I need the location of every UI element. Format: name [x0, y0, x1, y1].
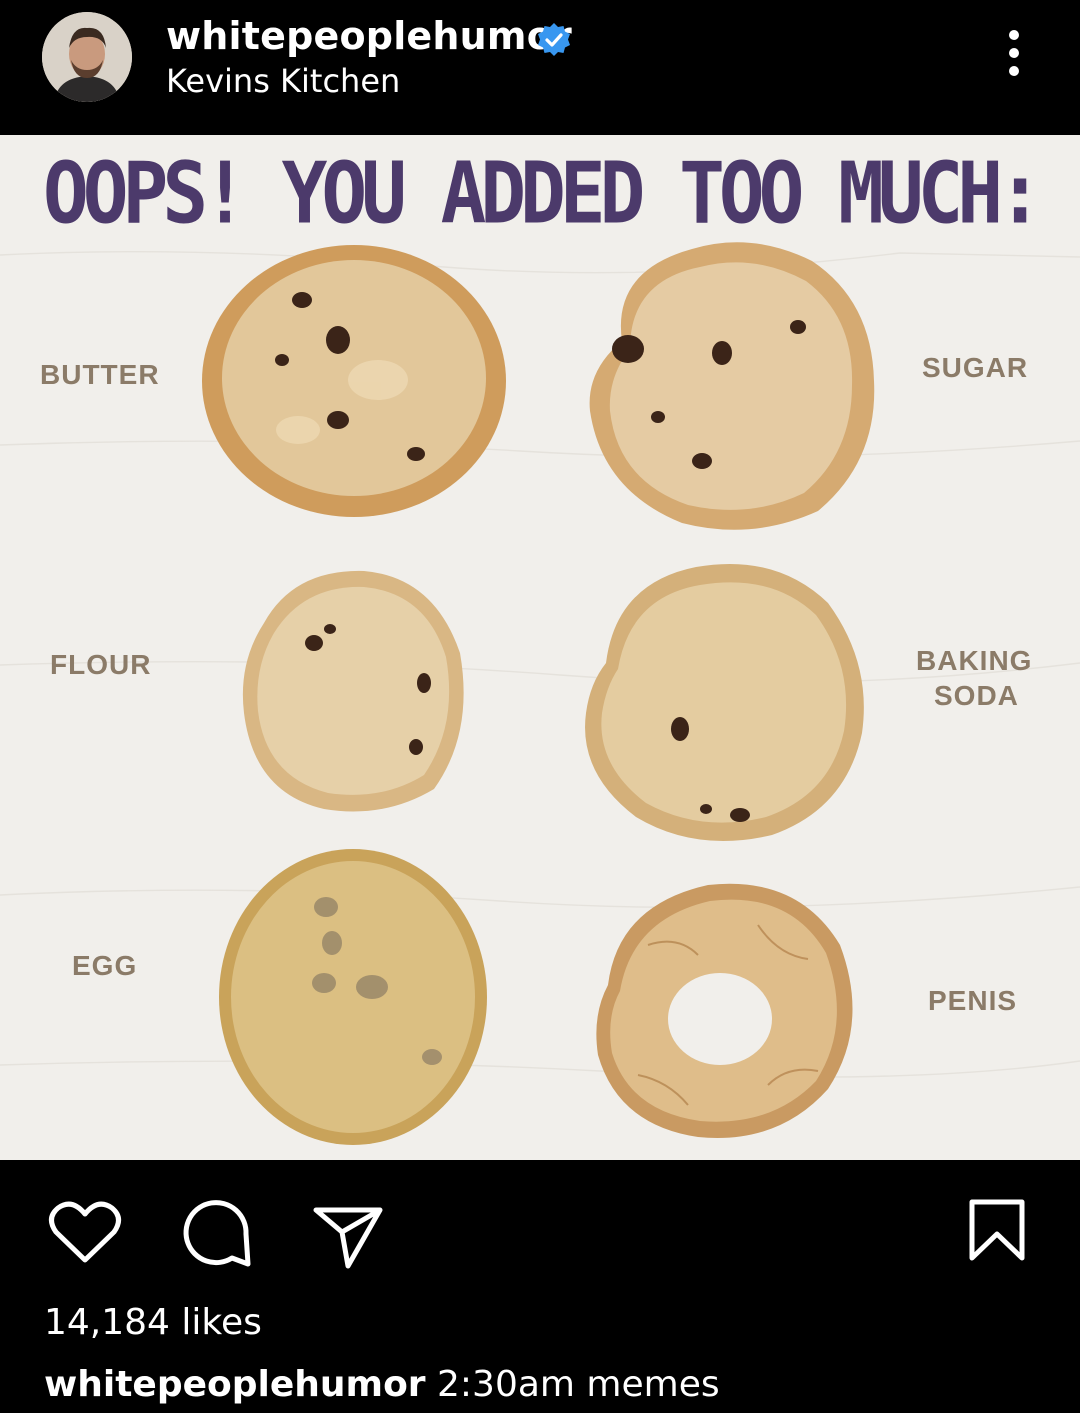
username[interactable]: whitepeoplehumor — [166, 14, 572, 58]
cookie-butter — [202, 245, 506, 517]
heart-icon[interactable] — [48, 1200, 122, 1264]
post-image[interactable]: OOPS! YOU ADDED TOO MUCH: BUTTER SUGAR F… — [0, 135, 1080, 1160]
bookmark-icon[interactable] — [968, 1198, 1026, 1262]
label-egg: EGG — [72, 950, 138, 981]
cookie-flour — [242, 570, 464, 812]
cookie-penis — [596, 883, 853, 1138]
caption-text: 2:30am memes — [425, 1364, 720, 1405]
cookie-egg — [219, 849, 487, 1145]
label-penis: PENIS — [928, 985, 1018, 1016]
cookie-sugar — [589, 242, 875, 530]
likes-count[interactable]: 14,184 likes — [44, 1302, 262, 1343]
location-label[interactable]: Kevins Kitchen — [166, 62, 400, 100]
post-header: whitepeoplehumor Kevins Kitchen — [0, 0, 1080, 135]
comment-icon[interactable] — [180, 1198, 252, 1270]
actions-bar: 14,184 likes whitepeoplehumor 2:30am mem… — [0, 1160, 1080, 1413]
image-title: OOPS! YOU ADDED TOO MUCH: — [43, 143, 1043, 243]
label-flour: FLOUR — [50, 649, 152, 680]
cookie-baking-soda — [585, 563, 864, 841]
verified-badge-icon — [536, 22, 572, 58]
avatar[interactable] — [42, 12, 132, 102]
more-options-icon[interactable] — [1000, 30, 1028, 86]
label-sugar: SUGAR — [922, 352, 1029, 383]
label-soda: SODA — [934, 680, 1019, 711]
caption-username[interactable]: whitepeoplehumor — [44, 1364, 426, 1405]
label-butter: BUTTER — [40, 359, 160, 390]
share-icon[interactable] — [312, 1204, 384, 1270]
label-baking: BAKING — [916, 645, 1033, 676]
caption: whitepeoplehumor 2:30am memes — [44, 1364, 720, 1405]
